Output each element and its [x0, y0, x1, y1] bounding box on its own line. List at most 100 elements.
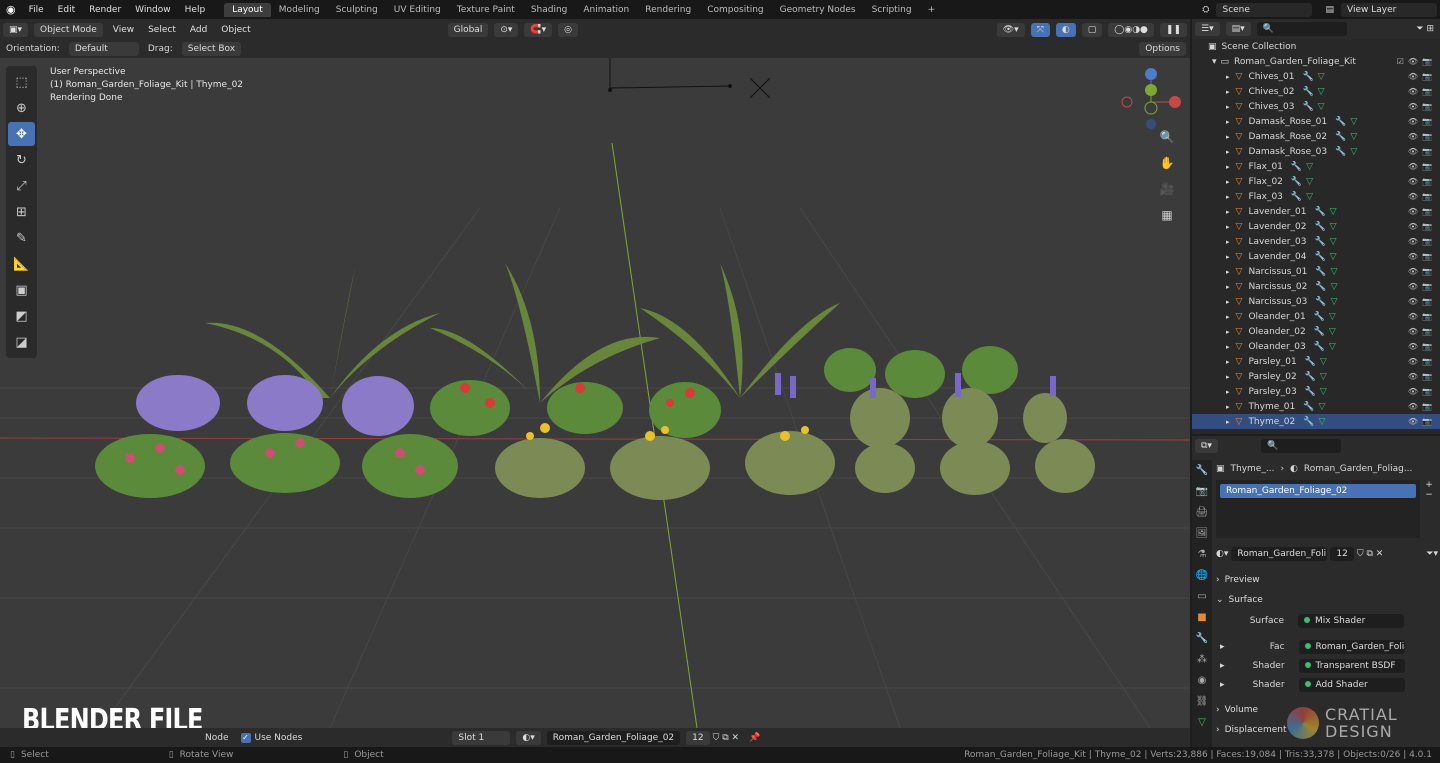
- visibility-toggles[interactable]: 👁📷: [1408, 222, 1436, 231]
- measure-icon[interactable]: 📐: [8, 252, 35, 276]
- physics-tab-icon[interactable]: ◉: [1192, 670, 1212, 691]
- visibility-toggles[interactable]: 👁📷: [1408, 102, 1436, 111]
- visibility-toggles[interactable]: 👁📷: [1408, 312, 1436, 321]
- outliner-item[interactable]: ▸ ▽ Flax_03 🔧 ▽ 👁📷: [1192, 189, 1440, 204]
- fake-user-icon[interactable]: ⛉ ⧉ ✕: [713, 733, 739, 743]
- outliner-item[interactable]: ▸ ▽ Chives_02 🔧 ▽ 👁📷: [1192, 84, 1440, 99]
- scene-selector[interactable]: Scene: [1216, 2, 1313, 17]
- render-tab-icon[interactable]: 📷: [1192, 481, 1212, 502]
- camera-icon[interactable]: 🎥: [1156, 178, 1178, 200]
- visibility-toggles[interactable]: 👁📷: [1408, 372, 1436, 381]
- visibility-toggles[interactable]: 👁📷: [1408, 342, 1436, 351]
- outliner-item[interactable]: ▸ ▽ Parsley_01 🔧 ▽ 👁📷: [1192, 354, 1440, 369]
- expand-arrow-icon[interactable]: ▸: [1226, 88, 1230, 96]
- expand-arrow-icon[interactable]: ▸: [1226, 178, 1230, 186]
- object-menu[interactable]: Object: [214, 25, 257, 35]
- tab-scripting[interactable]: Scripting: [864, 3, 920, 17]
- material-browse-icon-2[interactable]: ◐▾: [1216, 549, 1228, 559]
- outliner-item[interactable]: ▸ ▽ Damask_Rose_03 🔧 ▽ 👁📷: [1192, 144, 1440, 159]
- visibility-toggles[interactable]: ☑👁📷: [1397, 57, 1436, 66]
- material-name-field[interactable]: Roman_Garden_Foliage_02: [546, 730, 681, 745]
- output-tab-icon[interactable]: 🖨: [1192, 502, 1212, 523]
- navigation-gizmo[interactable]: [1118, 64, 1184, 132]
- shading-modes-icon[interactable]: ◯◉◑●: [1108, 22, 1154, 37]
- gizmo-icon[interactable]: ⤧: [1030, 22, 1050, 37]
- select-menu[interactable]: Select: [141, 25, 183, 35]
- blender-logo-icon[interactable]: ◉: [0, 3, 22, 16]
- outliner-item[interactable]: ▸ ▽ Thyme_02 🔧 ▽ 👁📷: [1192, 414, 1440, 429]
- move-tool-icon[interactable]: ✥: [8, 122, 35, 146]
- material-slot-item[interactable]: Roman_Garden_Foliage_02: [1220, 484, 1416, 498]
- expand-arrow-icon[interactable]: ▸: [1226, 163, 1230, 171]
- visibility-toggles[interactable]: 👁📷: [1408, 327, 1436, 336]
- outliner-item[interactable]: ▸ ▽ Narcissus_02 🔧 ▽ 👁📷: [1192, 279, 1440, 294]
- visibility-toggles[interactable]: 👁📷: [1408, 207, 1436, 216]
- tab-sculpting[interactable]: Sculpting: [328, 3, 386, 17]
- properties-editor-type-icon[interactable]: ⧉▾: [1195, 439, 1218, 453]
- expand-arrow-icon[interactable]: ▸: [1226, 223, 1230, 231]
- object-tab-icon[interactable]: ■: [1192, 607, 1212, 628]
- expand-arrow-icon[interactable]: ▸: [1226, 73, 1230, 81]
- drag-selector[interactable]: Select Box: [181, 42, 242, 56]
- outliner-item[interactable]: ▸ ▽ Parsley_02 🔧 ▽ 👁📷: [1192, 369, 1440, 384]
- visibility-toggles[interactable]: 👁📷: [1408, 177, 1436, 186]
- outliner-item[interactable]: ▸ ▽ Oleander_01 🔧 ▽ 👁📷: [1192, 309, 1440, 324]
- xray-icon[interactable]: ▢: [1081, 22, 1103, 37]
- visibility-toggles[interactable]: 👁📷: [1408, 132, 1436, 141]
- outliner-item[interactable]: ▸ ▽ Chives_01 🔧 ▽ 👁📷: [1192, 69, 1440, 84]
- expand-arrow-icon[interactable]: ▸: [1226, 328, 1230, 336]
- snap-icon[interactable]: 🧲▾: [524, 22, 553, 37]
- visibility-icon[interactable]: 👁▾: [996, 22, 1025, 37]
- surface-shader-field[interactable]: Mix Shader: [1298, 614, 1404, 628]
- expand-arrow-icon[interactable]: ▸: [1226, 388, 1230, 396]
- outliner-item[interactable]: ▸ ▽ Narcissus_01 🔧 ▽ 👁📷: [1192, 264, 1440, 279]
- visibility-toggles[interactable]: 👁📷: [1408, 357, 1436, 366]
- editor-type-button[interactable]: ▣▾: [3, 22, 29, 37]
- proportional-edit-icon[interactable]: ◎: [558, 22, 578, 37]
- pivot-icon[interactable]: ⊙▾: [494, 22, 519, 37]
- outliner-item[interactable]: ▸ ▽ Damask_Rose_01 🔧 ▽ 👁📷: [1192, 114, 1440, 129]
- collection-tab-icon[interactable]: ▭: [1192, 586, 1212, 607]
- use-nodes-checkbox[interactable]: ✓: [240, 732, 251, 743]
- expand-arrow-icon[interactable]: ▸: [1226, 343, 1230, 351]
- menu-window[interactable]: Window: [128, 5, 178, 15]
- expand-arrow-icon[interactable]: ▸: [1226, 403, 1230, 411]
- scale-tool-icon[interactable]: ⤢: [8, 174, 35, 198]
- fac-field[interactable]: Roman_Garden_Foliag...: [1298, 640, 1405, 654]
- options-button[interactable]: Options: [1139, 42, 1186, 56]
- 3d-viewport[interactable]: ⬚ ⊕ ✥ ↻ ⤢ ⊞ ✎ 📐 ▣ ◩ ◪ User Perspective (…: [0, 58, 1190, 728]
- remove-slot-icon[interactable]: −: [1425, 490, 1433, 500]
- expand-arrow-icon[interactable]: ▸: [1226, 358, 1230, 366]
- outliner-item[interactable]: ▸ ▽ Lavender_04 🔧 ▽ 👁📷: [1192, 249, 1440, 264]
- mode-selector[interactable]: Object Mode: [34, 22, 103, 37]
- tab-compositing[interactable]: Compositing: [699, 3, 771, 17]
- grid-perspective-icon[interactable]: ▦: [1156, 204, 1178, 226]
- display-mode-icon[interactable]: ▤▾: [1225, 22, 1251, 36]
- properties-search-input[interactable]: 🔍: [1260, 439, 1341, 453]
- outliner-item[interactable]: ▸ ▽ Thyme_01 🔧 ▽ 👁📷: [1192, 399, 1440, 414]
- view-layer-tab-icon[interactable]: 🖼: [1192, 523, 1212, 544]
- tab-modeling[interactable]: Modeling: [271, 3, 328, 17]
- visibility-toggles[interactable]: 👁📷: [1408, 237, 1436, 246]
- expand-arrow-icon[interactable]: ▸: [1226, 103, 1230, 111]
- outliner-item[interactable]: ▸ ▽ Lavender_03 🔧 ▽ 👁📷: [1192, 234, 1440, 249]
- outliner-item[interactable]: ▸ ▽ Narcissus_03 🔧 ▽ 👁📷: [1192, 294, 1440, 309]
- scene-collection-row[interactable]: ▣ Scene Collection: [1192, 39, 1440, 54]
- expand-arrow-icon[interactable]: ▸: [1226, 268, 1230, 276]
- expand-arrow-icon[interactable]: ▸: [1226, 118, 1230, 126]
- select-box-icon[interactable]: ⬚: [8, 70, 35, 94]
- shader1-field[interactable]: Transparent BSDF: [1298, 659, 1405, 673]
- pan-hand-icon[interactable]: ✋: [1156, 152, 1178, 174]
- outliner-item[interactable]: ▸ ▽ Lavender_02 🔧 ▽ 👁📷: [1192, 219, 1440, 234]
- filter-icon[interactable]: ⏷ ⊞: [1416, 24, 1434, 34]
- tab-geometry-nodes[interactable]: Geometry Nodes: [772, 3, 864, 17]
- transform-tool-icon[interactable]: ⊞: [8, 200, 35, 224]
- outliner-item[interactable]: ▸ ▽ Flax_02 🔧 ▽ 👁📷: [1192, 174, 1440, 189]
- visibility-toggles[interactable]: 👁📷: [1408, 252, 1436, 261]
- shader2-field[interactable]: Add Shader: [1298, 678, 1405, 692]
- menu-help[interactable]: Help: [178, 5, 213, 15]
- outliner-editor-type-icon[interactable]: ☰▾: [1195, 22, 1220, 36]
- outliner-item[interactable]: ▸ ▽ Damask_Rose_02 🔧 ▽ 👁📷: [1192, 129, 1440, 144]
- expand-arrow-icon[interactable]: ▸: [1226, 193, 1230, 201]
- material-datablock-field[interactable]: Roman_Garden_Foli...: [1231, 547, 1328, 561]
